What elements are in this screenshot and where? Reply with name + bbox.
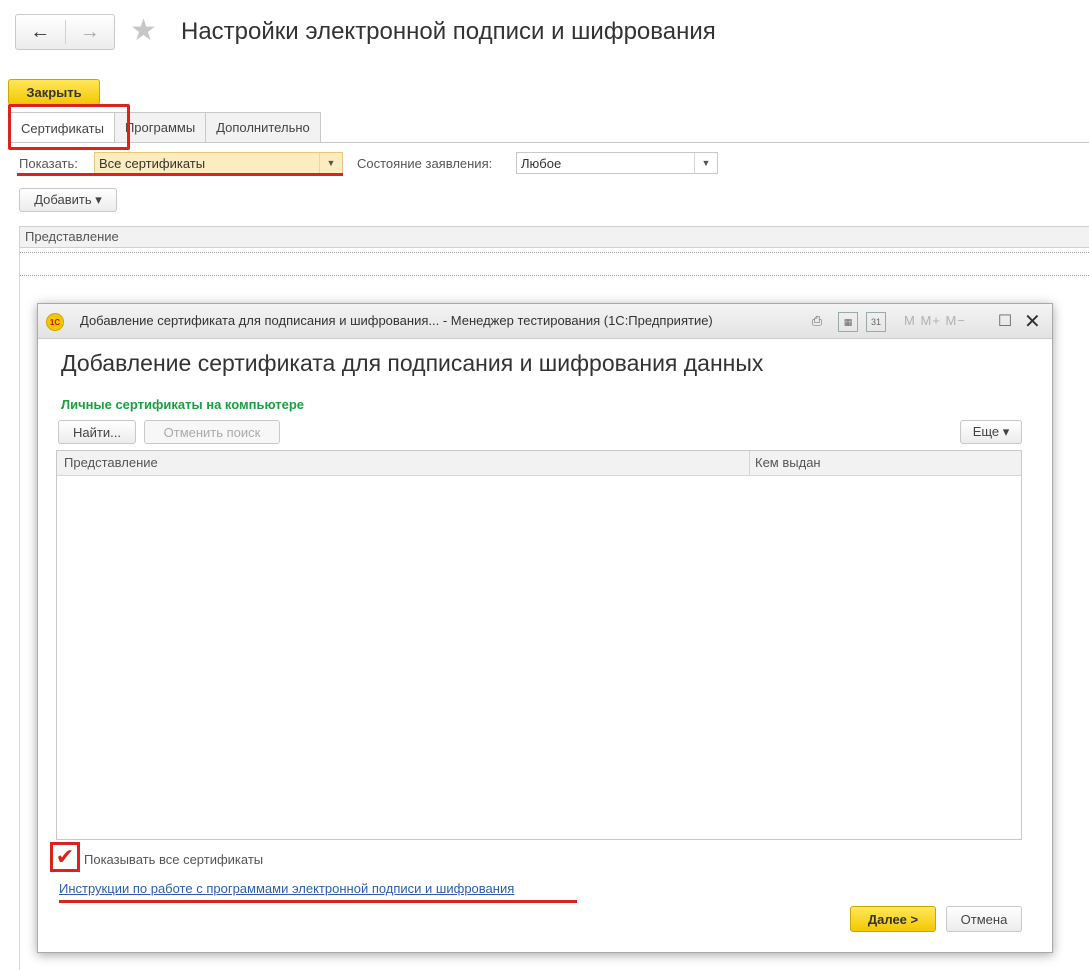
table-header: Представление Кем выдан	[57, 451, 1021, 476]
cancel-button[interactable]: Отмена	[946, 906, 1022, 932]
show-label: Показать:	[19, 156, 78, 171]
next-button[interactable]: Далее >	[850, 906, 936, 932]
maximize-icon[interactable]: ☐	[996, 312, 1014, 330]
column-issued-by[interactable]: Кем выдан	[755, 455, 821, 470]
list-row-empty[interactable]	[19, 252, 1089, 276]
show-combo-value: Все сертификаты	[99, 155, 206, 171]
cancel-search-button[interactable]: Отменить поиск	[144, 420, 280, 444]
tab-additional[interactable]: Дополнительно	[205, 112, 321, 142]
add-certificate-dialog: 1С Добавление сертификата для подписания…	[37, 303, 1053, 953]
forward-arrow-icon[interactable]: →	[66, 15, 115, 49]
list-border	[19, 248, 20, 970]
memory-buttons[interactable]: M M+ M−	[904, 313, 966, 328]
add-button[interactable]: Добавить ▾	[19, 188, 117, 212]
highlight-frame-tab	[8, 104, 130, 150]
calendar-icon[interactable]: 31	[866, 312, 886, 332]
dialog-title: Добавление сертификата для подписания и …	[80, 313, 713, 328]
find-button[interactable]: Найти...	[58, 420, 136, 444]
section-title: Личные сертификаты на компьютере	[61, 397, 305, 412]
close-icon[interactable]: ✕	[1024, 309, 1041, 334]
dropdown-arrow-icon[interactable]: ▼	[319, 153, 342, 173]
state-combo[interactable]: Любое ▼	[516, 152, 718, 174]
show-all-checkbox[interactable]: ✔	[50, 842, 80, 872]
calculator-icon[interactable]: ▦	[838, 312, 858, 332]
dialog-titlebar: 1С Добавление сертификата для подписания…	[38, 304, 1052, 339]
highlight-underline-link	[59, 900, 577, 903]
state-label: Состояние заявления:	[357, 156, 493, 171]
show-all-label[interactable]: Показывать все сертификаты	[84, 852, 263, 867]
page-title: Настройки электронной подписи и шифрован…	[181, 18, 716, 45]
list-header[interactable]: Представление	[19, 226, 1089, 248]
favorite-star-icon[interactable]: ★	[130, 14, 157, 48]
dialog-heading: Добавление сертификата для подписания и …	[61, 350, 764, 376]
more-button[interactable]: Еще ▾	[960, 420, 1022, 444]
show-combo[interactable]: Все сертификаты ▼	[94, 152, 343, 174]
column-representation[interactable]: Представление	[64, 455, 158, 470]
back-arrow-icon[interactable]: ←	[16, 15, 65, 49]
1c-logo-icon: 1С	[46, 313, 64, 331]
certificates-table[interactable]: Представление Кем выдан	[56, 450, 1022, 840]
nav-buttons: ← →	[15, 14, 115, 50]
close-button[interactable]: Закрыть	[8, 79, 100, 105]
highlight-underline-show	[17, 173, 343, 176]
dropdown-arrow-icon[interactable]: ▼	[694, 153, 717, 173]
instructions-link[interactable]: Инструкции по работе с программами элект…	[59, 881, 514, 896]
print-icon[interactable]: ⎙	[808, 312, 826, 330]
tabs-divider	[10, 142, 1089, 143]
checkmark-icon: ✔	[55, 844, 75, 869]
column-separator	[749, 451, 750, 475]
state-combo-value: Любое	[521, 155, 562, 171]
